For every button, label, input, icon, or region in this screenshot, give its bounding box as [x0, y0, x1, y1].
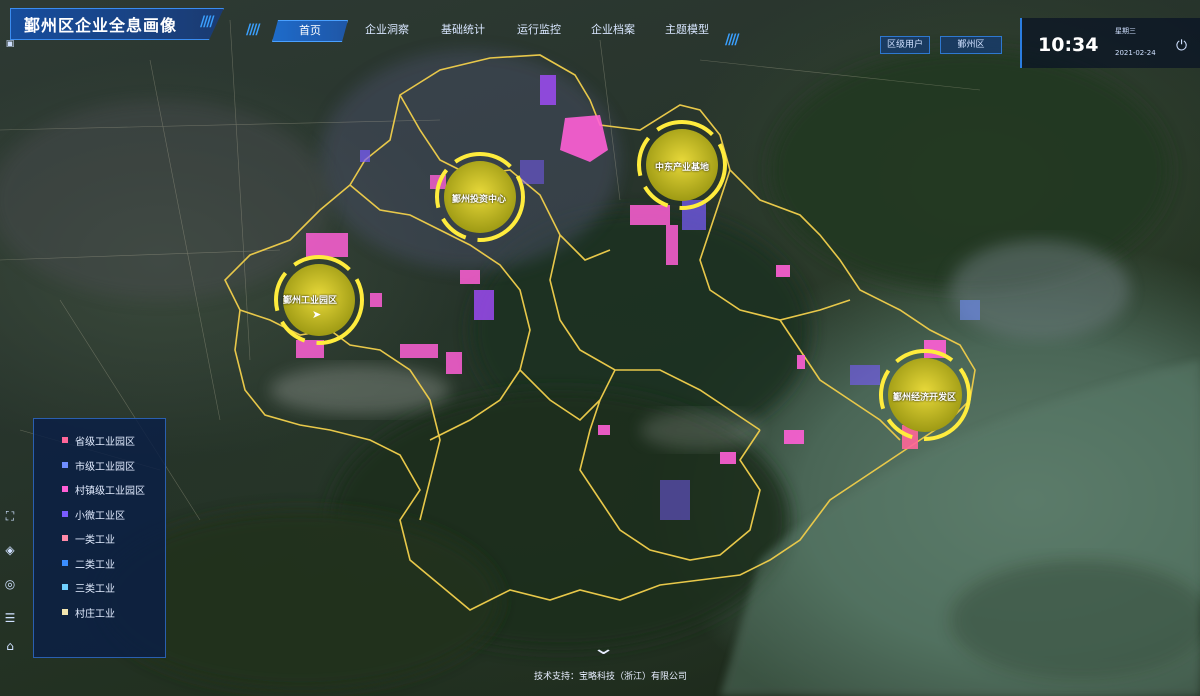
- legend-item-label[interactable]: 一类工业: [75, 531, 115, 546]
- pointer-icon: ➤: [312, 308, 322, 321]
- zone-patch: [630, 205, 670, 225]
- list-icon[interactable]: ☰: [2, 610, 18, 626]
- hub-label[interactable]: 鄞州经济开发区: [893, 390, 956, 403]
- legend-swatch: [62, 608, 68, 615]
- zone-patch: [460, 270, 480, 284]
- hub-label[interactable]: 中东产业基地: [655, 160, 709, 173]
- locate-icon[interactable]: ◎: [2, 576, 18, 592]
- legend-swatch: [62, 584, 68, 590]
- zone-patch: [660, 480, 690, 520]
- tab-theme[interactable]: 主题模型: [656, 20, 718, 40]
- zone-patch: [720, 452, 736, 464]
- zone-patch: [360, 150, 370, 162]
- app-title: 鄞州区企业全息画像: [24, 16, 178, 35]
- zone-patch: [446, 352, 462, 374]
- tab-stats[interactable]: 基础统计: [432, 20, 494, 40]
- map-screen: { "app": { "title": "鄞州区企业全息画像" }, "nav"…: [0, 0, 1200, 696]
- legend-swatch: [62, 486, 68, 492]
- tab-home[interactable]: 首页: [272, 20, 348, 42]
- zone-patch: [797, 355, 805, 369]
- legend-item-label[interactable]: 小微工业区: [75, 507, 125, 522]
- deco-slashes: ////: [200, 14, 215, 30]
- hub-label[interactable]: 鄞州工业园区: [283, 293, 337, 306]
- zone-patch: [540, 75, 556, 105]
- footer-credit: 技术支持：宝略科技（浙江）有限公司: [534, 672, 688, 682]
- clock-weekday: 星期三: [1115, 27, 1136, 35]
- tab-insight[interactable]: 企业洞察: [356, 20, 418, 40]
- zone-patch: [960, 300, 980, 320]
- power-icon[interactable]: ⏻: [1176, 38, 1187, 54]
- zone-patch: [474, 290, 494, 320]
- chevron-down-icon[interactable]: ⌄: [591, 638, 615, 659]
- fullscreen-icon[interactable]: ⛶: [2, 508, 18, 524]
- legend-swatch: [62, 559, 68, 566]
- legend-item-label[interactable]: 村庄工业: [75, 605, 115, 620]
- legend-swatch: [62, 437, 68, 443]
- legend-item-label[interactable]: 省级工业园区: [75, 433, 135, 448]
- map-canvas[interactable]: [0, 0, 1200, 696]
- zone-patch: [850, 365, 880, 385]
- legend-swatch: [62, 510, 68, 517]
- zone-patch: [598, 425, 610, 435]
- zone-patch: [306, 233, 348, 257]
- hub-label[interactable]: 鄞州投资中心: [452, 192, 506, 205]
- legend-item-label[interactable]: 市级工业园区: [75, 458, 135, 473]
- zone-patch: [370, 293, 382, 307]
- region-select[interactable]: 鄞州区: [940, 36, 1002, 54]
- zone-patch: [776, 265, 790, 277]
- zone-patch: [784, 430, 804, 444]
- clock-time: 10:34: [1038, 34, 1099, 56]
- legend-item-label[interactable]: 三类工业: [75, 580, 115, 595]
- tab-monitor[interactable]: 运行监控: [508, 20, 570, 40]
- zone-patch: [400, 344, 438, 358]
- user-mode-button[interactable]: 区级用户: [880, 36, 930, 54]
- zone-patch: [520, 160, 544, 184]
- legend-item-label[interactable]: 二类工业: [75, 556, 115, 571]
- home-icon[interactable]: ⌂: [2, 638, 18, 654]
- deco-slashes: ////: [246, 22, 261, 38]
- tab-archive[interactable]: 企业档案: [582, 20, 644, 40]
- legend-item-label[interactable]: 村镇级工业园区: [75, 482, 145, 497]
- legend-swatch: [62, 461, 68, 468]
- legend-swatch: [62, 535, 68, 541]
- deco-slashes: ////: [725, 32, 740, 48]
- zone-patch: [666, 225, 678, 265]
- layers-icon[interactable]: ◈: [2, 542, 18, 558]
- clock-date: 2021-02-24: [1115, 49, 1156, 57]
- square-icon[interactable]: ▣: [2, 36, 18, 52]
